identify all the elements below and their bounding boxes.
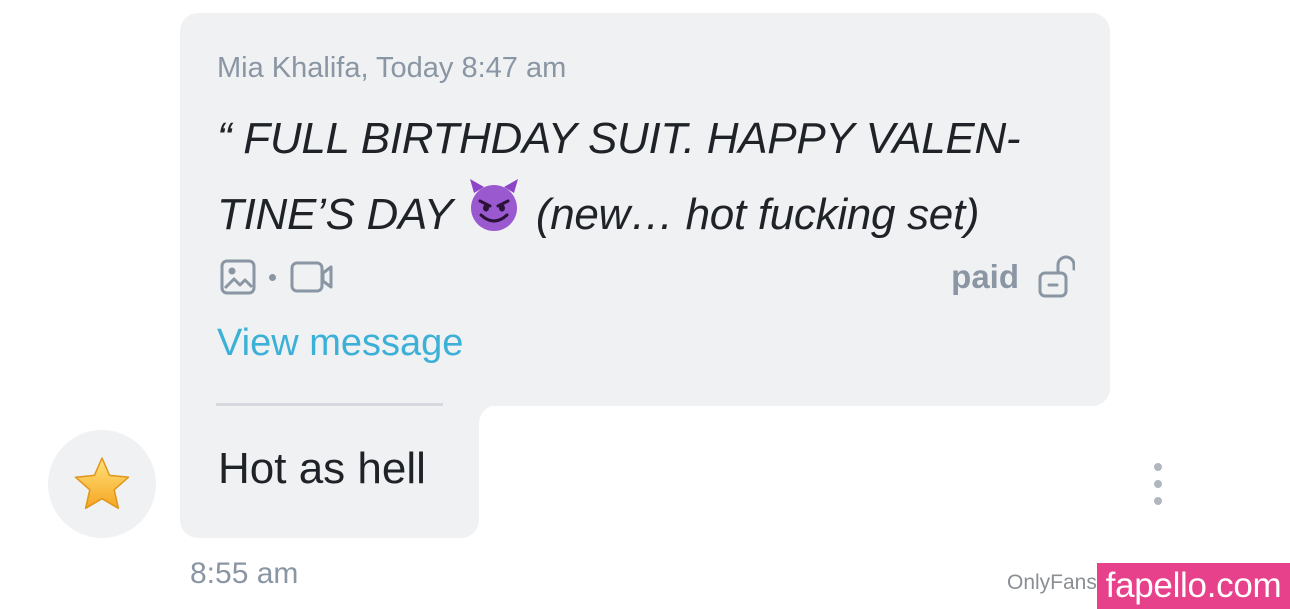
quote-divider bbox=[216, 403, 443, 406]
smiling-devil-emoji-icon bbox=[469, 179, 518, 231]
chat-view: Mia Khalifa, Today 8:47 am “ FULL BIRTHD… bbox=[0, 0, 1290, 609]
fapello-watermark: fapello.com bbox=[1097, 563, 1290, 609]
view-message-link[interactable]: View message bbox=[217, 322, 463, 365]
reply-text: Hot as hell bbox=[218, 444, 426, 493]
onlyfans-watermark: OnlyFans bbox=[1007, 571, 1097, 594]
quoted-message-text: “ FULL BIRTHDAY SUIT. HAPPY VALEN-TINE’S… bbox=[217, 103, 1077, 251]
quoted-text-tail: (new… hot fucking set) bbox=[523, 190, 980, 239]
paid-label: paid bbox=[951, 258, 1019, 295]
video-icon bbox=[290, 261, 333, 293]
avatar[interactable] bbox=[48, 430, 156, 538]
separator-dot bbox=[269, 273, 276, 281]
more-dot bbox=[1154, 480, 1162, 488]
unlocked-padlock-icon bbox=[1038, 255, 1075, 298]
paid-status: paid bbox=[951, 254, 1075, 300]
more-dot bbox=[1154, 463, 1162, 471]
more-options-button[interactable] bbox=[1146, 463, 1170, 505]
image-icon bbox=[220, 259, 256, 295]
more-dot bbox=[1154, 497, 1162, 505]
star-icon bbox=[74, 457, 130, 510]
reply-timestamp: 8:55 am bbox=[190, 557, 299, 590]
media-type-row bbox=[219, 257, 334, 297]
quoted-message-meta: Mia Khalifa, Today 8:47 am bbox=[217, 52, 567, 84]
